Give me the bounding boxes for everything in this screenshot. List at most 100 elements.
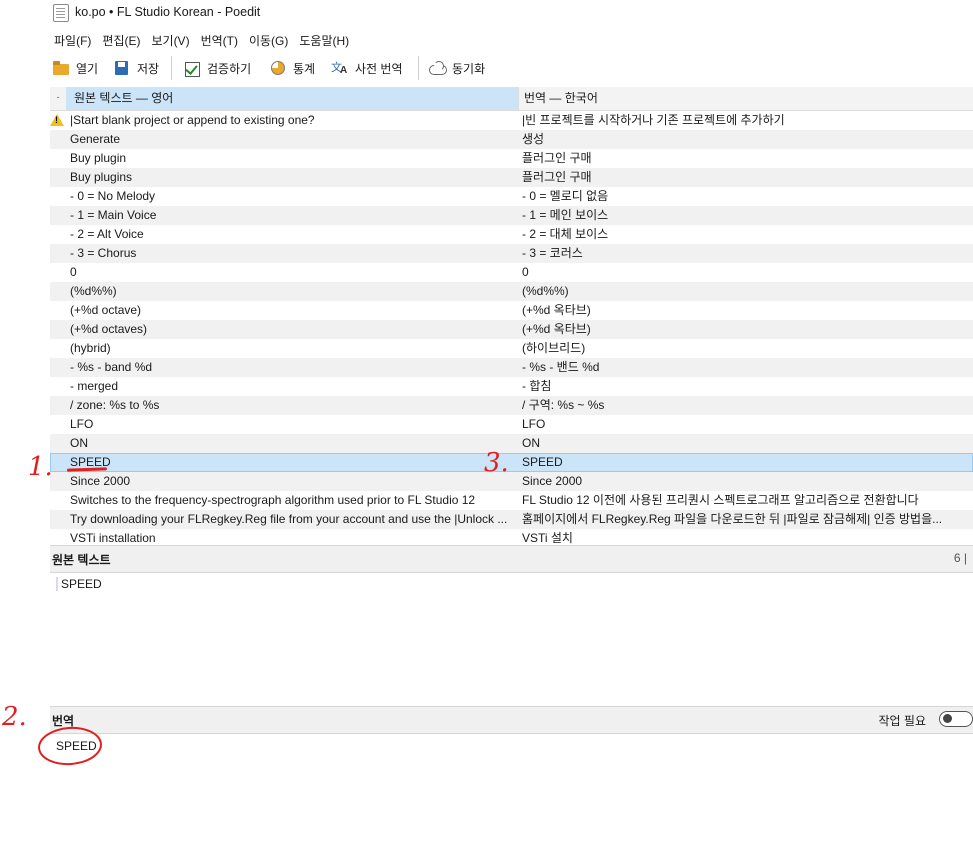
toolbar-separator (171, 56, 172, 80)
table-row[interactable]: (hybrid) (하이브리드) (50, 339, 973, 358)
table-row[interactable]: - 2 = Alt Voice - 2 = 대체 보이스 (50, 225, 973, 244)
open-button[interactable]: 열기 (52, 56, 98, 80)
row-source-text: Since 2000 (70, 474, 131, 488)
table-row[interactable]: Since 2000 Since 2000 (50, 472, 973, 491)
status-column-header[interactable]: · (50, 87, 66, 110)
source-column-header[interactable]: 원본 텍스트 — 영어 (66, 87, 518, 110)
row-source-text: SPEED (70, 455, 111, 469)
table-row[interactable]: - merged - 합침 (50, 377, 973, 396)
menu-translation[interactable]: 번역(T) (197, 32, 245, 50)
row-translation-text: - %s - 밴드 %d (522, 360, 600, 374)
row-translation-text: FL Studio 12 이전에 사용된 프리퀀시 스펙트로그래프 알고리즘으로… (522, 493, 919, 507)
window-title: ko.po • FL Studio Korean - Poedit (75, 5, 261, 19)
checkbox-check-icon (183, 59, 201, 77)
translation-header: 번역 작업 필요 (50, 706, 973, 734)
row-source-text: LFO (70, 417, 94, 431)
row-translation-text: Since 2000 (522, 474, 583, 488)
row-translation-text: (+%d 옥타브) (522, 322, 591, 336)
menu-edit[interactable]: 편집(E) (98, 32, 147, 50)
row-source-text: - 1 = Main Voice (70, 208, 157, 222)
poedit-app-icon (53, 4, 69, 22)
row-translation-text: / 구역: %s ~ %s (522, 398, 605, 412)
row-source-text: Buy plugins (70, 170, 133, 184)
row-translation-text: (하이브리드) (522, 341, 586, 355)
annotation-one: 1. (28, 452, 53, 482)
validate-label: 검증하기 (207, 61, 252, 76)
row-source-text: (hybrid) (70, 341, 111, 355)
table-row[interactable]: - 1 = Main Voice - 1 = 메인 보이스 (50, 206, 973, 225)
row-translation-text: ON (522, 436, 540, 450)
sync-label: 동기화 (452, 61, 486, 76)
toggle-knob (943, 714, 952, 723)
row-translation-text: 0 (522, 265, 529, 279)
translation-column-header[interactable]: 번역 — 한국어 (518, 87, 973, 110)
save-label: 저장 (137, 61, 160, 76)
row-translation-text: 플러그인 구매 (522, 170, 592, 184)
table-row[interactable]: Generate 생성 (50, 130, 973, 149)
row-translation-text: (%d%%) (522, 284, 569, 298)
menu-bar: 파일(F) 편집(E) 보기(V) 번역(T) 이동(G) 도움말(H) (50, 32, 356, 50)
table-row[interactable]: Switches to the frequency-spectrograph a… (50, 491, 973, 510)
annotation-three: 3. (484, 448, 509, 478)
row-source-text: 0 (70, 265, 77, 279)
table-row[interactable]: (+%d octaves) (+%d 옥타브) (50, 320, 973, 339)
cloud-sync-icon (428, 59, 447, 77)
translation-text-area[interactable]: SPEED (50, 733, 973, 848)
table-row[interactable]: |Start blank project or append to existi… (50, 111, 973, 130)
row-source-text: - 3 = Chorus (70, 246, 137, 260)
row-source-text: |Start blank project or append to existi… (70, 113, 315, 127)
table-row[interactable]: Buy plugin 플러그인 구매 (50, 149, 973, 168)
validate-button[interactable]: 검증하기 (183, 56, 251, 80)
row-source-text: - %s - band %d (70, 360, 153, 374)
row-translation-text: SPEED (522, 455, 563, 469)
floppy-disk-icon (113, 59, 131, 77)
menu-file[interactable]: 파일(F) (50, 32, 98, 50)
source-char-count: 6 | (953, 551, 967, 565)
table-row[interactable]: - %s - band %d - %s - 밴드 %d (50, 358, 973, 377)
table-row[interactable]: (%d%%) (%d%%) (50, 282, 973, 301)
open-label: 열기 (76, 61, 99, 76)
row-translation-text: |빈 프로젝트를 시작하거나 기존 프로젝트에 추가하기 (522, 113, 785, 127)
menu-view[interactable]: 보기(V) (147, 32, 196, 50)
pie-chart-icon (269, 59, 287, 77)
translate-icon (331, 59, 349, 77)
row-translation-text: - 1 = 메인 보이스 (522, 208, 609, 222)
needs-work-label: 작업 필요 (878, 714, 927, 728)
row-source-text: Buy plugin (70, 151, 127, 165)
string-rows: |Start blank project or append to existi… (50, 111, 973, 548)
table-row[interactable]: Buy plugins 플러그인 구매 (50, 168, 973, 187)
table-row[interactable]: LFO LFO (50, 415, 973, 434)
folder-icon (52, 59, 70, 77)
source-text: SPEED (56, 577, 102, 591)
warning-icon (50, 114, 64, 126)
row-translation-text: - 2 = 대체 보이스 (522, 227, 609, 241)
row-translation-text: - 0 = 멜로디 없음 (522, 189, 609, 203)
menu-help[interactable]: 도움말(H) (295, 32, 356, 50)
table-row[interactable]: (+%d octave) (+%d 옥타브) (50, 301, 973, 320)
source-text-title: 원본 텍스트 (52, 553, 111, 567)
table-row[interactable]: / zone: %s to %s / 구역: %s ~ %s (50, 396, 973, 415)
table-row[interactable]: Try downloading your FLRegkey.Reg file f… (50, 510, 973, 529)
row-translation-text: 생성 (522, 132, 545, 146)
statistics-label: 통계 (293, 61, 316, 76)
table-row[interactable]: 00 (50, 263, 973, 282)
annotation-two: 2. (2, 702, 27, 732)
row-source-text: - 0 = No Melody (70, 189, 156, 203)
save-button[interactable]: 저장 (113, 56, 159, 80)
table-row[interactable]: ON ON (50, 434, 973, 453)
table-row[interactable]: - 3 = Chorus - 3 = 코러스 (50, 244, 973, 263)
toolbar: 열기 저장 검증하기 통계 사전 번역 동기화 (50, 54, 973, 82)
statistics-button[interactable]: 통계 (269, 56, 315, 80)
pretranslate-button[interactable]: 사전 번역 (331, 56, 403, 80)
sync-button[interactable]: 동기화 (428, 56, 485, 80)
table-row[interactable]: - 0 = No Melody - 0 = 멜로디 없음 (50, 187, 973, 206)
menu-go[interactable]: 이동(G) (245, 32, 295, 50)
source-text-header: 원본 텍스트 6 | (50, 545, 973, 573)
row-translation-text: (+%d 옥타브) (522, 303, 591, 317)
table-row[interactable]: SPEED SPEED (50, 453, 973, 472)
row-source-text: Try downloading your FLRegkey.Reg file f… (70, 512, 508, 526)
row-translation-text: - 3 = 코러스 (522, 246, 583, 260)
row-source-text: (+%d octave) (70, 303, 142, 317)
row-source-text: ON (70, 436, 88, 450)
needs-work-toggle[interactable] (939, 711, 973, 727)
